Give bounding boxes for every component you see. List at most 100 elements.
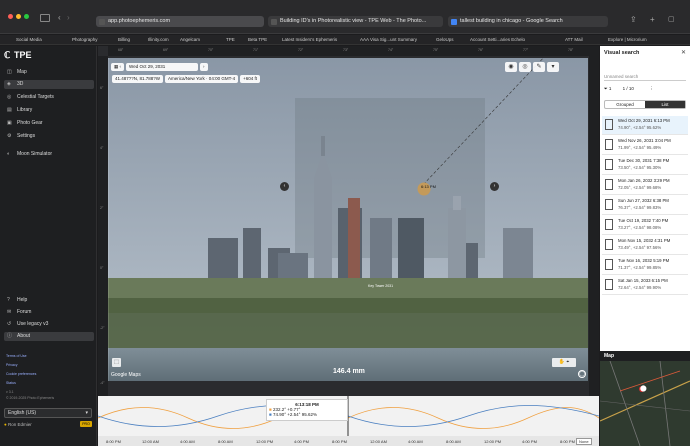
result-item[interactable]: Wed Nov 26, 2031 3:04 PM 71.99°, +2.54° 9… bbox=[602, 136, 688, 155]
sidebar-item-help[interactable]: ? Help bbox=[4, 296, 94, 305]
sidebar-item-forum[interactable]: ✉ Forum bbox=[4, 308, 94, 317]
eye-icon[interactable]: ◎ bbox=[519, 62, 531, 72]
bookmark-item[interactable]: Angelcam bbox=[180, 37, 200, 42]
privacy-link[interactable]: Privacy bbox=[6, 363, 17, 367]
sidebar-item-map[interactable]: ◫ Map bbox=[4, 68, 94, 77]
filter-icon[interactable]: ⏷ bbox=[604, 86, 608, 91]
bookmark-item[interactable]: Illinity.com bbox=[148, 37, 169, 42]
coords-chip[interactable]: 41.487??N, 81.788?W bbox=[112, 75, 164, 83]
more-icon[interactable]: ⋮ bbox=[649, 86, 654, 91]
result-thumb bbox=[605, 239, 613, 250]
maximize-window-button[interactable] bbox=[24, 14, 29, 19]
pin-icon[interactable]: ◉ bbox=[505, 62, 517, 72]
terms-link[interactable]: Terms of Use bbox=[6, 354, 27, 358]
pro-badge: PRO bbox=[80, 421, 92, 427]
mini-map[interactable] bbox=[600, 361, 690, 446]
bookmark-item[interactable]: Account Setti...aries Echelo bbox=[470, 37, 525, 42]
timezone-chip[interactable]: America/New York · 04:00 GMT-4 bbox=[165, 75, 239, 83]
sidebar-toggle-icon[interactable] bbox=[40, 14, 50, 22]
bookmark-item[interactable]: AAA Visa Sig...unt Summary bbox=[360, 37, 417, 42]
cookie-link[interactable]: Cookie preferences bbox=[6, 372, 36, 376]
user-account[interactable]: ● Ron Edmier bbox=[4, 422, 32, 427]
nav-left-icon[interactable]: ‹ bbox=[280, 182, 289, 191]
sidebar-item-photo-gear[interactable]: ▣ Photo Gear bbox=[4, 119, 94, 128]
result-item[interactable]: Sat Jan 15, 2033 6:15 PM 72.64°, +2.54° 9… bbox=[602, 276, 688, 295]
forum-icon: ✉ bbox=[7, 309, 12, 315]
tab-overview-icon[interactable]: ▢ bbox=[668, 15, 675, 23]
ruler-tick: 71° bbox=[253, 48, 259, 52]
url-text: app.photoephemeris.com bbox=[108, 18, 171, 24]
calendar-button[interactable]: ▦ ‹ bbox=[111, 63, 125, 71]
bookmark-item[interactable]: Latest Insiders's Ephemeris bbox=[282, 37, 337, 42]
sidebar-item-settings[interactable]: ⚙ Settings bbox=[4, 132, 94, 141]
result-item[interactable]: Tue Oct 19, 2032 7:40 PM 73.27°, +2.54° 9… bbox=[602, 216, 688, 235]
sidebar-item-library[interactable]: ▤ Library bbox=[4, 106, 94, 115]
close-icon[interactable]: ✕ bbox=[681, 49, 686, 56]
tab-list[interactable]: List bbox=[645, 101, 685, 108]
calendar-icon: ▦ bbox=[114, 64, 119, 69]
sidebar-item-moon-simulator[interactable]: ◐ Moon Simulator bbox=[4, 150, 94, 159]
google-favicon-icon bbox=[451, 18, 457, 25]
result-item[interactable]: Mon Nov 15, 2032 4:31 PM 73.49°, +2.54° 9… bbox=[602, 236, 688, 255]
close-window-button[interactable] bbox=[8, 14, 13, 19]
time-tick: 4:00 AM bbox=[180, 439, 195, 444]
ruler-tick: 0° bbox=[100, 266, 104, 270]
elevation-chip[interactable]: +604 ft bbox=[240, 75, 260, 83]
result-item[interactable]: Sun Jun 27, 2032 6:38 PM 76.37°, +2.54° 9… bbox=[602, 196, 688, 215]
share-icon[interactable]: ⇪ bbox=[630, 15, 637, 24]
ruler-tick: 70° bbox=[208, 48, 214, 52]
tab-google-search[interactable]: tallest building in chicago - Google Sea… bbox=[448, 16, 608, 27]
back-icon[interactable]: ‹ bbox=[58, 13, 61, 22]
result-item[interactable]: Mon Jan 26, 2032 3:29 PM 72.05°, +2.54° 9… bbox=[602, 176, 688, 195]
bookmark-item[interactable]: Social Media bbox=[16, 37, 42, 42]
moon-icon: ◐ bbox=[7, 151, 11, 157]
pan-rotate-controls[interactable]: ✋ ⌖ bbox=[552, 358, 576, 367]
timeline-tooltip: 6:13:18 PM ■ 232.2° +0.77° ■ 74.90° +2.5… bbox=[266, 399, 348, 421]
ruler-tick: 76° bbox=[478, 48, 484, 52]
nav-right-icon[interactable]: › bbox=[490, 182, 499, 191]
result-item[interactable]: Tue Nov 16, 2032 5:19 PM 71.37°, +2.54° 9… bbox=[602, 256, 688, 275]
bookmark-item[interactable]: Beta TPE bbox=[248, 37, 267, 42]
ruler-tick: 73° bbox=[343, 48, 349, 52]
sidebar-item-legacy[interactable]: ↺ Use legacy v3 bbox=[4, 320, 94, 329]
moon-time-label: 6:13 PM bbox=[421, 184, 436, 189]
new-tab-icon[interactable]: + bbox=[650, 15, 655, 24]
target-icon: ◎ bbox=[7, 94, 12, 100]
timeline-chart[interactable]: 6:13:18 PM ■ 232.2° +0.77° ■ 74.90° +2.5… bbox=[97, 396, 600, 436]
gear-icon: ⚙ bbox=[7, 133, 12, 139]
bookmark-item[interactable]: GeloUps bbox=[436, 37, 454, 42]
photorealistic-view[interactable] bbox=[108, 58, 588, 381]
pen-icon[interactable]: ✎ bbox=[533, 62, 545, 72]
bookmark-item[interactable]: Billing bbox=[118, 37, 130, 42]
result-item[interactable]: Wed Oct 29, 2031 6:13 PM 74.90°, +2.54° 9… bbox=[602, 116, 688, 135]
result-item[interactable]: Tue Dec 30, 2031 7:38 PM 73.50°, +2.54° 9… bbox=[602, 156, 688, 175]
bookmark-item[interactable]: Photography bbox=[72, 37, 98, 42]
tab-building-ids[interactable]: Building ID's in Photorealistic view - T… bbox=[268, 16, 443, 27]
language-select[interactable]: English (US) ▾ bbox=[4, 408, 92, 418]
view-controls: ◉ ◎ ✎ ▾ bbox=[505, 62, 559, 72]
status-link[interactable]: Status bbox=[6, 381, 16, 385]
tab-grouped[interactable]: Grouped bbox=[605, 101, 645, 108]
browser-toolbar: ‹ › app.photoephemeris.com Building ID's… bbox=[0, 0, 690, 34]
building-label: Key Tower 2031 bbox=[368, 284, 394, 288]
screenshot-icon[interactable]: ⬚ bbox=[112, 358, 121, 367]
chevron-down-icon[interactable]: ▾ bbox=[547, 62, 559, 72]
result-thumb bbox=[605, 159, 613, 170]
search-name-input[interactable]: Unnamed search bbox=[604, 73, 686, 81]
tab-active[interactable]: app.photoephemeris.com bbox=[96, 16, 264, 27]
sidebar-item-about[interactable]: ⓘ About bbox=[4, 332, 94, 341]
sidebar-item-celestial-targets[interactable]: ◎ Celestial Targets bbox=[4, 93, 94, 102]
app-window: ‹ › app.photoephemeris.com Building ID's… bbox=[0, 0, 690, 446]
bookmark-item[interactable]: Explore | Microrium bbox=[608, 37, 647, 42]
forward-icon[interactable]: › bbox=[67, 13, 70, 22]
date-field[interactable]: Wed Oct 29, 2031 bbox=[126, 63, 199, 71]
bookmark-item[interactable]: TPE bbox=[226, 37, 235, 42]
date-next-button[interactable]: › bbox=[200, 63, 208, 71]
minimize-window-button[interactable] bbox=[16, 14, 21, 19]
sidebar-item-3d[interactable]: ◈ 3D bbox=[4, 80, 94, 89]
bookmark-item[interactable]: ATT Mail bbox=[565, 37, 583, 42]
zoom-select[interactable]: None bbox=[576, 438, 592, 445]
compass-icon[interactable]: ◯ bbox=[578, 370, 586, 378]
lake-water bbox=[108, 348, 588, 381]
copyright-text: © 2019-2025 Photo Ephemeris bbox=[6, 396, 55, 400]
